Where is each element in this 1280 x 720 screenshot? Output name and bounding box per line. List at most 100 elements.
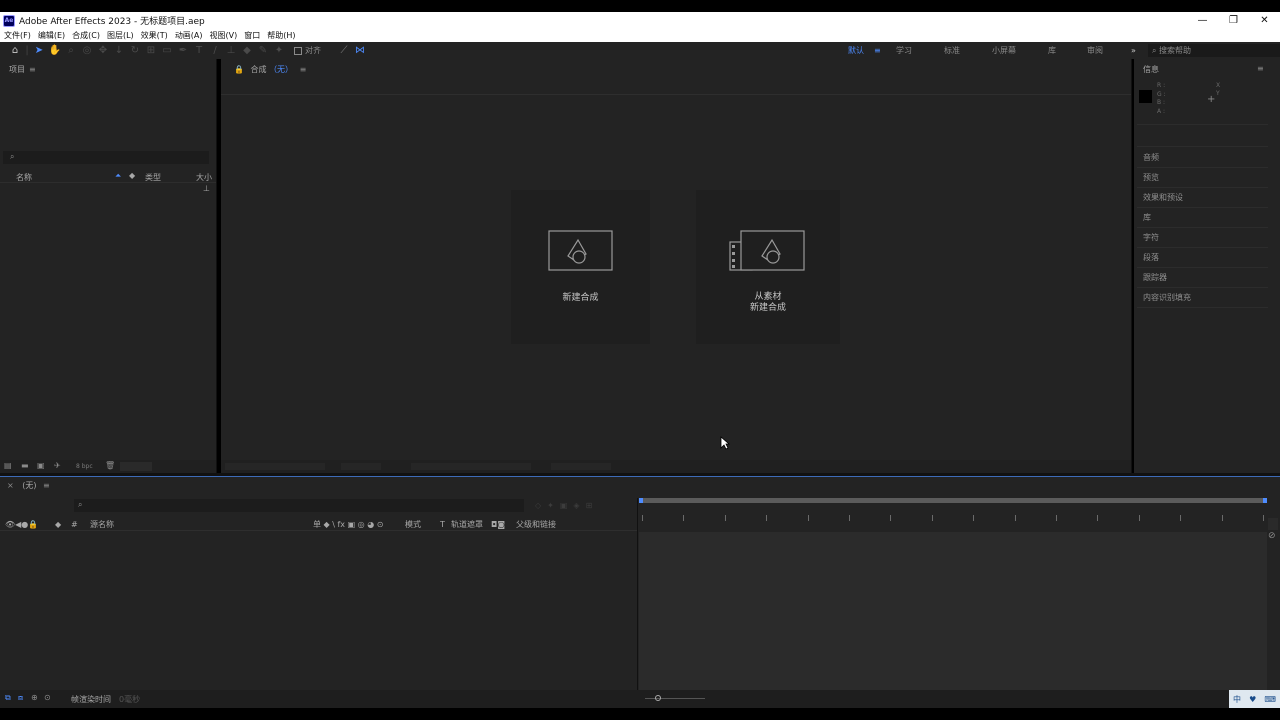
- project-panel-title[interactable]: 项目: [9, 65, 25, 74]
- comp-marker-bin-icon[interactable]: ⊘: [1268, 531, 1276, 541]
- timeline-graph-area[interactable]: [639, 532, 1267, 690]
- zoom-tool-icon[interactable]: ⌕: [64, 44, 78, 58]
- workspace-review[interactable]: 审阅: [1087, 42, 1103, 59]
- search-help-field[interactable]: ⌕ 搜索帮助: [1148, 44, 1280, 57]
- column-parent-link[interactable]: 父级和链接: [516, 520, 556, 530]
- puppet-pin-icon[interactable]: ✦: [272, 44, 286, 58]
- pen-tool-icon[interactable]: ✒: [176, 44, 190, 58]
- work-area-end-handle[interactable]: [1263, 498, 1267, 503]
- resolution-control[interactable]: [341, 463, 381, 470]
- panel-libraries[interactable]: 库: [1143, 212, 1151, 223]
- lock-icon[interactable]: 🔒: [234, 65, 244, 74]
- restore-button[interactable]: ❐: [1218, 12, 1249, 29]
- project-search-input[interactable]: ⌕: [3, 151, 209, 164]
- av-switches-icons[interactable]: 👁◀●🔒: [5, 520, 38, 530]
- column-preserve-transparency[interactable]: T: [440, 520, 445, 530]
- menu-file[interactable]: 文件(F): [4, 30, 31, 41]
- menu-animation[interactable]: 动画(A): [175, 30, 203, 41]
- new-composition-card[interactable]: 新建合成: [511, 190, 650, 344]
- clone-stamp-icon[interactable]: ⊥: [224, 44, 238, 58]
- composition-panel-menu-icon[interactable]: ≡: [300, 65, 307, 74]
- column-mode[interactable]: 模式: [405, 520, 421, 530]
- rotation-tool-icon[interactable]: ↻: [128, 44, 142, 58]
- layer-list-area[interactable]: [0, 532, 637, 690]
- workspace-default[interactable]: 默认: [848, 42, 864, 59]
- toggle-in-out-icon[interactable]: ⊕: [31, 693, 38, 702]
- roto-brush-icon[interactable]: ✎: [256, 44, 270, 58]
- new-composition-icon[interactable]: ▣: [37, 461, 45, 470]
- panel-preview[interactable]: 预览: [1143, 172, 1159, 183]
- render-time-toggle-icon[interactable]: ⊙: [44, 693, 51, 702]
- close-button[interactable]: ✕: [1249, 12, 1280, 29]
- view-options-controls[interactable]: [411, 463, 531, 470]
- snap-toggle[interactable]: 对齐: [294, 45, 321, 56]
- work-area-start-handle[interactable]: [639, 498, 643, 503]
- brush-tool-icon[interactable]: /: [208, 44, 222, 58]
- label-tag-icon[interactable]: ◆: [129, 171, 135, 180]
- workspace-small-screen[interactable]: 小屏幕: [992, 42, 1016, 59]
- ruler-scroll-icon[interactable]: [1268, 518, 1278, 530]
- info-panel-title[interactable]: 信息: [1143, 64, 1159, 75]
- workspace-learn[interactable]: 学习: [896, 42, 912, 59]
- panel-character[interactable]: 字符: [1143, 232, 1159, 243]
- minimize-button[interactable]: —: [1187, 12, 1218, 29]
- panel-audio[interactable]: 音频: [1143, 152, 1159, 163]
- column-switches[interactable]: 单 ◆ \ fx ▣ ◎ ◕ ⊙: [313, 520, 383, 530]
- workspace-libraries[interactable]: 库: [1048, 42, 1056, 59]
- timeline-search-input[interactable]: ⌕: [74, 499, 524, 512]
- adjust-project-settings-icon[interactable]: ✈: [54, 461, 61, 470]
- toggle-modes-icon[interactable]: ⧈: [18, 693, 23, 703]
- label-tag-icon[interactable]: ◆: [55, 520, 61, 530]
- menu-composition[interactable]: 合成(C): [72, 30, 100, 41]
- panel-effects-presets[interactable]: 效果和预设: [1143, 192, 1183, 203]
- timeline-menu-icon[interactable]: ≡: [43, 481, 50, 490]
- dolly-camera-icon[interactable]: ↓: [112, 44, 126, 58]
- panel-paragraph[interactable]: 段落: [1143, 252, 1159, 263]
- snap-features-icon[interactable]: ⋈: [353, 44, 367, 58]
- sort-ascending-icon[interactable]: ⏶: [115, 171, 121, 181]
- menu-layer[interactable]: 图层(L): [107, 30, 134, 41]
- timeline-split[interactable]: [637, 498, 638, 690]
- timeline-tab-name[interactable]: (无): [22, 481, 36, 490]
- close-tab-icon[interactable]: ×: [7, 481, 14, 490]
- footer-slider[interactable]: [120, 462, 152, 471]
- hand-tool-icon[interactable]: ✋: [48, 44, 62, 58]
- menu-help[interactable]: 帮助(H): [267, 30, 295, 41]
- new-comp-from-footage-card[interactable]: 从素材 新建合成: [696, 190, 840, 344]
- trash-icon[interactable]: 🗑: [105, 461, 115, 470]
- timeline-switch-buttons[interactable]: ◇✦▣◈⊞: [535, 501, 630, 510]
- composition-panel-title[interactable]: 合成: [251, 65, 267, 74]
- home-icon[interactable]: ⌂: [8, 44, 22, 58]
- timeline-tab[interactable]: × (无) ≡: [7, 480, 50, 491]
- camera-view-control[interactable]: [551, 463, 611, 470]
- toggle-switches-icon[interactable]: ⧉: [5, 693, 11, 703]
- snap-edges-icon[interactable]: ⟋: [337, 44, 351, 58]
- orbit-camera-icon[interactable]: ◎: [80, 44, 94, 58]
- time-ruler[interactable]: [639, 506, 1267, 530]
- new-folder-icon[interactable]: ▬: [21, 461, 29, 470]
- pan-camera-icon[interactable]: ✥: [96, 44, 110, 58]
- panel-tracker[interactable]: 跟踪器: [1143, 272, 1167, 283]
- composition-name[interactable]: （无）: [269, 65, 293, 74]
- workspace-overflow-icon[interactable]: »: [1131, 42, 1136, 59]
- type-tool-icon[interactable]: T: [192, 44, 206, 58]
- pan-behind-icon[interactable]: ⊞: [144, 44, 158, 58]
- ime-indicator[interactable]: 中: [1233, 694, 1241, 705]
- magnification-control[interactable]: [225, 463, 325, 470]
- work-area-bar[interactable]: [639, 498, 1267, 503]
- info-panel-menu-icon[interactable]: ≡: [1257, 64, 1264, 73]
- workspace-standard[interactable]: 标准: [944, 42, 960, 59]
- column-source-name[interactable]: 源名称: [90, 520, 114, 530]
- keyboard-icon[interactable]: ⌨: [1264, 695, 1276, 704]
- matte-icons[interactable]: ◘◙: [491, 520, 505, 530]
- panel-content-aware-fill[interactable]: 内容识别填充: [1143, 292, 1191, 303]
- menu-edit[interactable]: 编辑(E): [38, 30, 65, 41]
- menu-view[interactable]: 视图(V): [210, 30, 238, 41]
- project-panel-menu-icon[interactable]: ≡: [29, 65, 36, 74]
- rectangle-tool-icon[interactable]: ▭: [160, 44, 174, 58]
- zoom-slider-track[interactable]: [645, 698, 705, 699]
- selection-tool-icon[interactable]: ➤: [32, 44, 46, 58]
- interpret-footage-icon[interactable]: ▤: [4, 461, 12, 470]
- snap-checkbox[interactable]: [294, 46, 302, 55]
- zoom-slider-handle[interactable]: [655, 695, 661, 701]
